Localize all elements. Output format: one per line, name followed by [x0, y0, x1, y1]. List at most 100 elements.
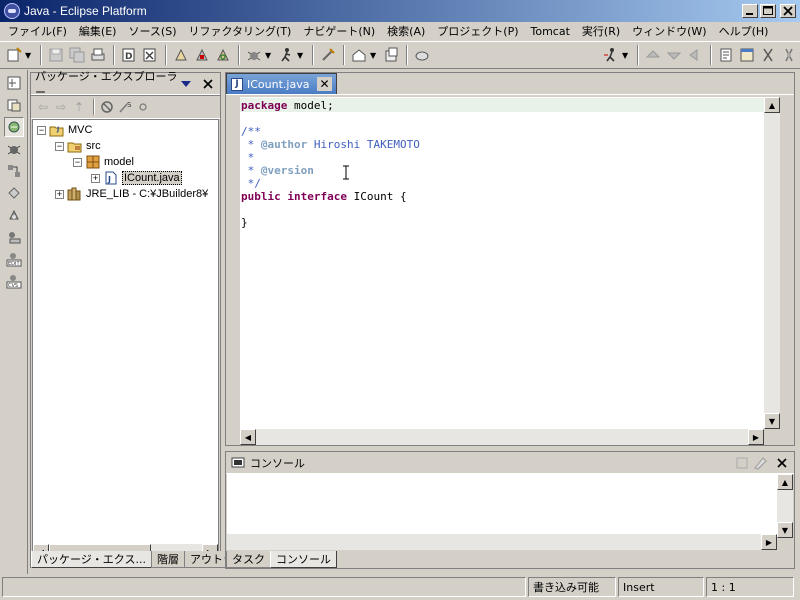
tree-item-mvc[interactable]: − J MVC: [37, 122, 92, 138]
hide-static-icon[interactable]: S: [117, 99, 133, 115]
remove-console-icon[interactable]: [752, 455, 768, 471]
menu-file[interactable]: ファイル(F): [2, 23, 73, 39]
new-wizard-icon[interactable]: [4, 45, 24, 65]
show-source-icon[interactable]: [716, 45, 736, 65]
menu-source[interactable]: ソース(S): [122, 23, 182, 39]
tomcat-jsp-icon[interactable]: [758, 45, 778, 65]
back-icon[interactable]: ⇦: [35, 99, 51, 115]
tab-console[interactable]: コンソール: [270, 551, 337, 568]
save-all-icon[interactable]: [67, 45, 87, 65]
svg-text:EDIT: EDIT: [8, 261, 20, 267]
debug-perspective-shortcut-icon[interactable]: [4, 139, 24, 159]
collapse-toggle[interactable]: −: [73, 157, 82, 167]
scroll-right-icon[interactable]: ▶: [761, 534, 777, 550]
expand-toggle[interactable]: +: [55, 189, 64, 199]
open-type-icon[interactable]: D: [119, 45, 139, 65]
minimize-button[interactable]: [742, 4, 758, 18]
java-perspective-icon[interactable]: [3, 117, 24, 137]
menu-help[interactable]: ヘルプ(H): [713, 23, 775, 39]
scroll-left-icon[interactable]: ◀: [240, 429, 256, 445]
tomcat-restart-icon[interactable]: [213, 45, 233, 65]
editor-horizontal-scrollbar[interactable]: ◀ ▶: [240, 429, 764, 445]
close-icon[interactable]: ✕: [317, 77, 332, 91]
debug-icon[interactable]: [244, 45, 264, 65]
expand-toggle[interactable]: +: [91, 173, 100, 183]
clear-console-icon[interactable]: [734, 455, 750, 471]
new-package-icon[interactable]: [381, 45, 401, 65]
close-view-icon[interactable]: [774, 455, 790, 471]
next-annotation-icon[interactable]: [643, 45, 663, 65]
tab-package-explorer[interactable]: パッケージ・エクス...: [31, 551, 152, 568]
close-window-button[interactable]: [780, 4, 796, 18]
menu-window[interactable]: ウィンドウ(W): [626, 23, 712, 39]
edit-perspective-icon[interactable]: EDIT: [4, 249, 24, 269]
console-horizontal-scrollbar[interactable]: ▶: [227, 534, 777, 550]
code-editor[interactable]: package model; /** * @author Hiroshi TAK…: [240, 97, 764, 429]
tree-item-icount-java[interactable]: + J ICount.java: [91, 170, 182, 186]
maximize-button[interactable]: [760, 4, 776, 18]
svg-text:J: J: [107, 175, 111, 184]
plugin-perspective-icon[interactable]: [4, 205, 24, 225]
open-perspective-icon[interactable]: [412, 45, 432, 65]
menu-project[interactable]: プロジェクト(P): [431, 23, 524, 39]
code-line-2: /**: [241, 125, 261, 138]
tree-item-jre-lib[interactable]: + JRE_LIB - C:¥JBuilder8¥: [55, 186, 208, 202]
menu-run[interactable]: 実行(R): [576, 23, 626, 39]
resource-perspective-icon[interactable]: [4, 95, 24, 115]
editor-tab-icount-java[interactable]: J ICount.java ✕: [226, 73, 337, 94]
scroll-right-icon[interactable]: ▶: [748, 429, 764, 445]
code-line-5: * @version: [241, 164, 314, 177]
toggle-view-icon[interactable]: [737, 45, 757, 65]
tomcat-misc-icon[interactable]: [779, 45, 799, 65]
debug-perspective-icon[interactable]: [601, 45, 621, 65]
cvs-perspective-icon[interactable]: [4, 183, 24, 203]
console-output[interactable]: [227, 474, 777, 538]
up-icon[interactable]: ⇡: [71, 99, 87, 115]
menu-tomcat[interactable]: Tomcat: [525, 25, 576, 38]
save-icon[interactable]: [46, 45, 66, 65]
source-folder-icon: [67, 139, 83, 153]
new-project-dropdown-icon[interactable]: ▼: [370, 51, 378, 60]
menu-search[interactable]: 検索(A): [381, 23, 431, 39]
scroll-up-icon[interactable]: ▲: [764, 97, 780, 113]
tab-tasks[interactable]: タスク: [226, 551, 271, 568]
collapse-toggle[interactable]: −: [55, 141, 64, 151]
forward-icon[interactable]: ⇨: [53, 99, 69, 115]
menu-edit[interactable]: 編集(E): [73, 23, 123, 39]
console-vertical-scrollbar[interactable]: ▲ ▼: [777, 474, 793, 538]
scroll-down-icon[interactable]: ▼: [764, 413, 780, 429]
close-view-icon[interactable]: [200, 76, 216, 92]
toolbar-separator: [312, 45, 314, 65]
last-edit-icon[interactable]: [685, 45, 705, 65]
collapse-toggle[interactable]: −: [37, 125, 46, 135]
run-icon[interactable]: [276, 45, 296, 65]
search-icon[interactable]: [318, 45, 338, 65]
menu-refactor[interactable]: リファクタリング(T): [182, 23, 297, 39]
open-perspective-shortcut-icon[interactable]: [4, 73, 24, 93]
editor-vertical-scrollbar[interactable]: ▲ ▼: [764, 97, 780, 429]
new-project-icon[interactable]: [349, 45, 369, 65]
print-icon[interactable]: [88, 45, 108, 65]
open-file-icon[interactable]: [140, 45, 160, 65]
tomcat-start-icon[interactable]: [171, 45, 191, 65]
team-perspective-icon[interactable]: [4, 227, 24, 247]
filter-icon[interactable]: [99, 99, 115, 115]
cvs-repository-icon[interactable]: CVS: [4, 271, 24, 291]
new-dropdown-icon[interactable]: ▼: [25, 51, 33, 60]
previous-annotation-icon[interactable]: [664, 45, 684, 65]
menu-navigate[interactable]: ナビゲート(N): [297, 23, 381, 39]
link-editor-icon[interactable]: [135, 99, 151, 115]
tree-item-src[interactable]: − src: [55, 138, 101, 154]
perspective-dropdown-icon[interactable]: ▼: [622, 51, 630, 60]
scroll-down-icon[interactable]: ▼: [777, 522, 793, 538]
console-title-bar: コンソール: [226, 452, 794, 474]
scroll-up-icon[interactable]: ▲: [777, 474, 793, 490]
tab-hierarchy[interactable]: 階層: [150, 551, 185, 568]
tomcat-stop-icon[interactable]: [192, 45, 212, 65]
run-dropdown-icon[interactable]: ▼: [297, 51, 305, 60]
java-browsing-perspective-icon[interactable]: [4, 161, 24, 181]
view-menu-icon[interactable]: [178, 76, 194, 92]
tree-item-model[interactable]: − model: [73, 154, 134, 170]
java-file-icon: J: [103, 171, 119, 185]
debug-dropdown-icon[interactable]: ▼: [265, 51, 273, 60]
